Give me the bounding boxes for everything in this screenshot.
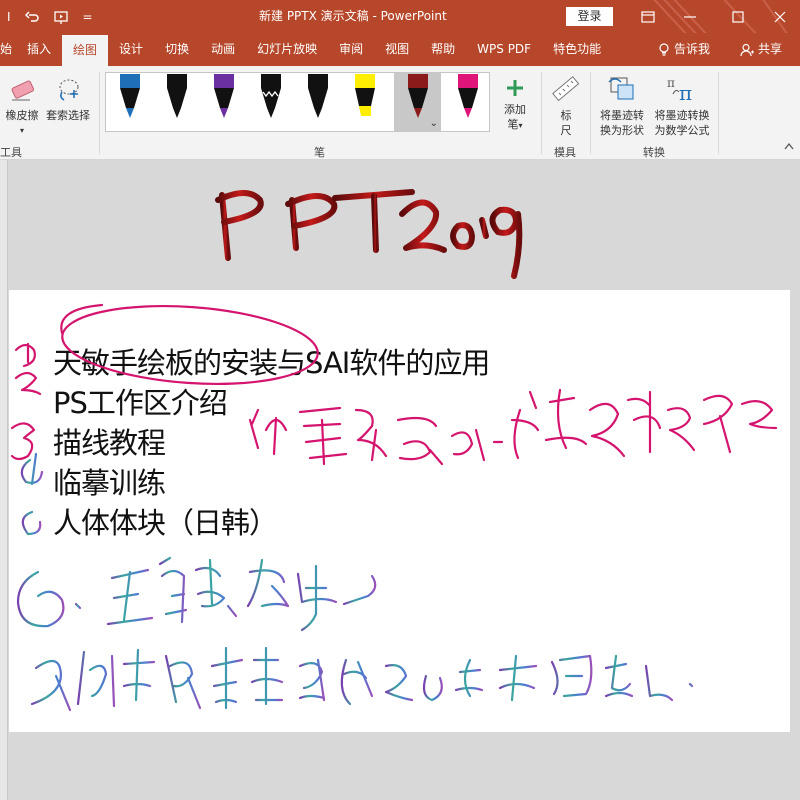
pi-icon: ππ [667,76,692,105]
eraser-icon [11,80,35,101]
window-title: 新建 PPTX 演示文稿 - PowerPoint [259,9,447,23]
tab-design[interactable]: 设计 [108,33,154,66]
bullet-item[interactable]: 人体体块（日韩） [53,503,489,543]
ruler-icon [552,76,580,102]
pen-purple[interactable] [200,73,247,131]
highlighter-icon [355,74,375,116]
eraser-dropdown-icon: ▾ [19,126,24,135]
minimize-button[interactable] [667,0,713,33]
pen-icon [214,74,234,118]
pen-pink[interactable] [444,73,491,131]
slide-bullet-list[interactable]: 天敏手绘板的安装与SAI软件的应用 PS工作区介绍 描线教程 临摹训练 人体体块… [53,343,490,543]
tab-slideshow[interactable]: 幻灯片放映 [246,33,328,66]
pen-icon [120,74,140,118]
tab-help[interactable]: 帮助 [420,33,466,66]
maximize-button[interactable] [715,0,761,33]
chevron-up-icon [784,142,794,150]
bullet-item[interactable]: PS工作区介绍 [53,383,489,423]
ink-to-shape-label-1: 将墨迹转 [600,109,644,122]
pen-options-chevron-icon[interactable]: ⌄ [430,118,438,129]
tell-me-button[interactable]: 告诉我 [658,33,710,66]
separator [590,72,591,154]
ink-to-shape-button[interactable]: 将墨迹转 换为形状 [594,74,650,138]
quick-access-dropdown[interactable]: = [76,0,100,33]
pen-icon [308,74,328,118]
tab-special-features[interactable]: 特色功能 [542,33,612,66]
bullet-item[interactable]: 天敏手绘板的安装与SAI软件的应用 [53,343,490,383]
separator [99,72,100,154]
ruler-label-1: 标 [560,109,572,122]
thumbnail-pane-edge[interactable] [0,160,8,800]
undo-icon [24,10,39,22]
separator [718,72,719,154]
tab-view[interactable]: 视图 [374,33,420,66]
add-pen-label-1: 添加 [504,103,526,116]
ink-to-math-label-1: 将墨迹转换 [654,109,710,122]
ink-to-math-button[interactable]: ππ 将墨迹转换 为数学公式 [650,74,714,138]
ink-to-math-label-2: 为数学公式 [654,124,710,137]
share-label: 共享 [758,42,783,56]
pen-icon [261,74,281,118]
svg-text:π: π [679,81,692,104]
tab-wps-pdf[interactable]: WPS PDF [466,33,542,66]
tab-transitions[interactable]: 切换 [154,33,200,66]
slideshow-icon [53,10,68,24]
tab-review[interactable]: 审阅 [328,33,374,66]
add-pen-label-2: 笔▾ [507,118,523,131]
person-icon [740,43,754,56]
login-button[interactable]: 登录 [566,7,613,26]
ruler-button[interactable]: 标 尺 [548,74,584,138]
pen-blue[interactable] [106,73,153,131]
tell-me-label: 告诉我 [674,42,711,56]
lightbulb-icon [659,42,669,56]
plus-icon [507,80,523,96]
add-pen-button[interactable]: 添加 笔▾ [497,78,533,133]
ribbon-draw: 橡皮擦 ▾ 套索选择 工具 ⌄ 笔 添加 笔▾ 标 尺 模具 将墨迹转 换为形状… [0,66,800,160]
lasso-icon [59,79,79,101]
ribbon-display-icon [641,10,655,23]
separator [541,72,542,154]
pen-icon [408,74,428,118]
title-bar: I = 新建 PPTX 演示文稿 - PowerPoint 登录 [0,0,800,33]
pen-icon [167,74,187,118]
svg-text:π: π [667,76,675,90]
tools-group-label: 工具 [0,146,22,159]
eraser-button[interactable]: 橡皮擦 ▾ [2,76,42,138]
tab-animations[interactable]: 动画 [200,33,246,66]
pen-gallery: ⌄ [105,72,490,132]
tab-draw[interactable]: 绘图 [62,35,109,66]
collapse-ribbon-button[interactable] [784,140,794,153]
present-from-start-button[interactable] [46,0,76,33]
ink-to-shape-icon [608,77,634,100]
pen-yellow-highlighter[interactable] [341,73,388,131]
close-button[interactable] [760,0,800,33]
eraser-label: 橡皮擦 [5,109,39,122]
undo-button[interactable] [18,0,46,33]
tab-home[interactable]: 始 [0,33,16,66]
pen-black-glitter[interactable] [247,73,294,131]
ink-to-shape-label-2: 换为形状 [600,124,644,137]
pen-black-1[interactable] [153,73,200,131]
stencils-group-label: 模具 [554,146,576,159]
maximize-icon [732,10,744,23]
lasso-label: 套索选择 [46,109,90,122]
close-icon [774,11,786,22]
pen-red-galaxy-selected[interactable]: ⌄ [394,73,441,131]
pen-black-2[interactable] [294,73,341,131]
minimize-icon [684,15,696,18]
convert-group-label: 转换 [643,146,665,159]
share-button[interactable]: 共享 [740,33,782,66]
tab-insert[interactable]: 插入 [16,33,62,66]
bullet-item[interactable]: 临摹训练 [53,463,489,503]
lasso-select-button[interactable]: 套索选择 [43,76,93,123]
pens-group-label: 笔 [314,146,325,159]
bullet-item[interactable]: 描线教程 [53,423,489,463]
pen-icon [458,74,478,118]
title-left-partial[interactable]: I [0,0,18,33]
ruler-label-2: 尺 [560,124,572,137]
ribbon-display-options-button[interactable] [625,0,671,33]
